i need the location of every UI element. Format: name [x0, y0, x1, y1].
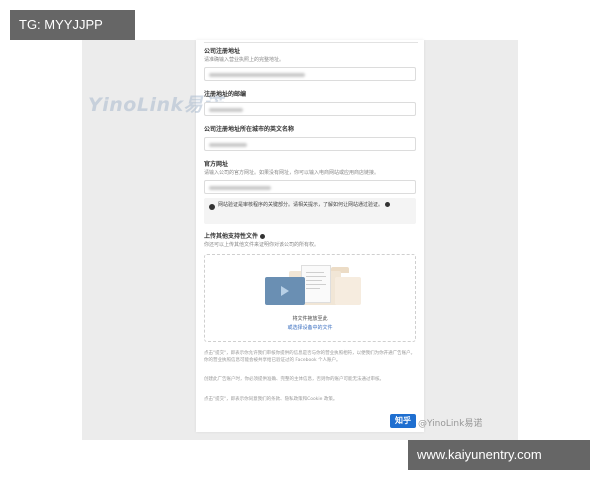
- drop-files-text: 将文件拖放至此: [292, 316, 328, 322]
- document-illustration: [301, 265, 331, 303]
- zhihu-watermark: @YinoLink易诺: [418, 419, 483, 429]
- upload-label: 上传其他支持性文件: [204, 233, 259, 240]
- footer-terms-text: 点击"提交"，即表示你同意我们的条款、隐私政策和Cookie 政策。: [204, 397, 338, 402]
- footer-accuracy-text: 创建此广告账户时，你必须提供准确、完整的主体信息，否则你的账户可能无法通过审核。: [204, 377, 384, 382]
- info-icon[interactable]: [385, 202, 391, 207]
- address-field[interactable]: [204, 67, 416, 81]
- city-english-name-label: 公司注册地址所在城市的英文名称: [204, 126, 295, 133]
- choose-file-link[interactable]: 或选择设备中的文件: [205, 324, 415, 331]
- website-label: 官方网址: [204, 161, 229, 168]
- address-hint: 请准确输入营业执照上的完整地址。: [204, 57, 285, 63]
- video-file-illustration: [265, 277, 305, 305]
- website-verification-notice: 网站验证是审核程序的关键部分。请相关提示，了解如何让网站通过验证。: [204, 198, 416, 224]
- info-icon[interactable]: [260, 234, 266, 239]
- address-label: 公司注册地址: [204, 48, 241, 55]
- website-url-text: www.kaiyunentry.com: [417, 447, 542, 462]
- website-hint: 请输入公司的官方网址。如果没有网址，你可以输入电商网站或应用商店链接。: [204, 170, 380, 176]
- blurred-value: [209, 73, 305, 77]
- blurred-value: [209, 186, 271, 190]
- play-icon: [281, 286, 289, 296]
- lightbulb-icon: [209, 204, 215, 210]
- website-field[interactable]: [204, 180, 416, 194]
- submit-button-label: 知乎: [395, 416, 411, 425]
- folder-front-illustration: [335, 277, 361, 305]
- notice-text: 网站验证是审核程序的关键部分。请相关提示，了解如何让网站通过验证。: [218, 202, 384, 208]
- telegram-badge-text: TG: MYYJJPP: [19, 17, 103, 32]
- form-top-divider: [204, 40, 418, 43]
- website-url-badge: www.kaiyunentry.com: [408, 440, 590, 470]
- upload-hint: 你还可以上传其他文件来证明你对该公司的所有权。: [204, 242, 320, 248]
- file-upload-dropzone[interactable]: 将文件拖放至此 或选择设备中的文件: [204, 254, 416, 342]
- blurred-value: [209, 108, 243, 112]
- footer-consent-text: 点击"提交"，即表示你允许我们审核你提供的信息是否与你的营业执照相符，以便我们为…: [204, 351, 416, 363]
- telegram-badge: TG: MYYJJPP: [10, 10, 135, 40]
- submit-button[interactable]: 知乎: [390, 414, 416, 428]
- yinolink-watermark-logo: YinoLink易诺: [88, 94, 223, 116]
- blurred-value: [209, 143, 247, 147]
- city-english-name-field[interactable]: [204, 137, 416, 151]
- postal-code-label: 注册地址的邮编: [204, 91, 247, 98]
- postal-code-field[interactable]: [204, 102, 416, 116]
